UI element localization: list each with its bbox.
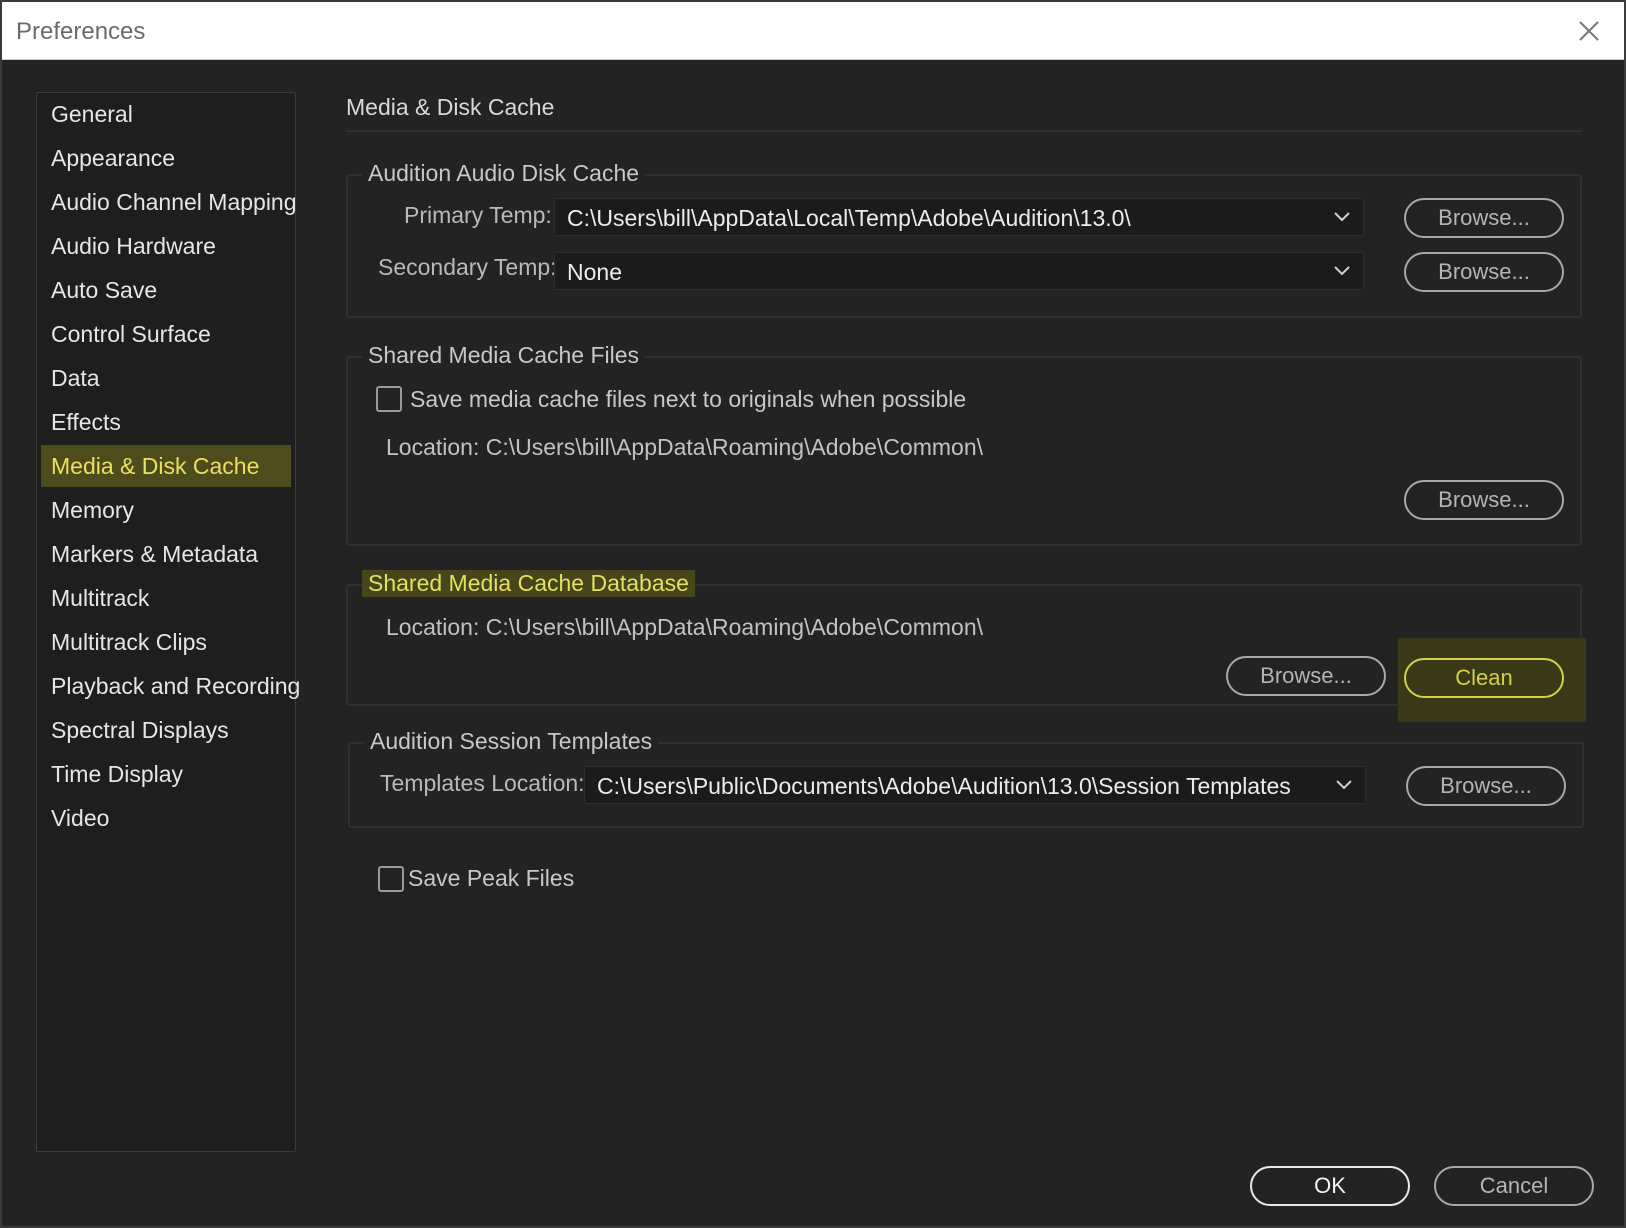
sidebar-item-appearance[interactable]: Appearance: [41, 137, 291, 179]
cache-files-location: Location: C:\Users\bill\AppData\Roaming\…: [386, 434, 984, 460]
secondary-temp-value: None: [567, 259, 622, 285]
preferences-dialog: Preferences General Appearance Audio Cha…: [0, 0, 1626, 1228]
sidebar-item-audio-channel-mapping[interactable]: Audio Channel Mapping: [41, 181, 297, 223]
sidebar-item-video[interactable]: Video: [41, 797, 291, 839]
close-icon: [1579, 21, 1599, 41]
sidebar-item-effects[interactable]: Effects: [41, 401, 291, 443]
save-peak-files-label[interactable]: Save Peak Files: [408, 865, 574, 892]
primary-browse-button[interactable]: Browse...: [1404, 198, 1564, 238]
sidebar-item-multitrack-clips[interactable]: Multitrack Clips: [41, 621, 291, 663]
panel-title: Media & Disk Cache: [346, 94, 555, 120]
ok-button[interactable]: OK: [1250, 1166, 1410, 1206]
chevron-down-icon: [1334, 266, 1350, 276]
shared-cache-database-group: Shared Media Cache Database Location: C:…: [346, 570, 1582, 706]
sidebar-item-data[interactable]: Data: [41, 357, 291, 399]
shared-cache-files-title: Shared Media Cache Files: [362, 342, 646, 369]
sidebar-item-auto-save[interactable]: Auto Save: [41, 269, 291, 311]
title-divider: [346, 130, 1582, 132]
templates-browse-button[interactable]: Browse...: [1406, 766, 1566, 806]
sidebar-item-media-disk-cache[interactable]: Media & Disk Cache: [41, 445, 291, 487]
session-templates-title: Audition Session Templates: [364, 728, 659, 755]
primary-temp-value: C:\Users\bill\AppData\Local\Temp\Adobe\A…: [567, 205, 1131, 231]
shared-cache-database-title: Shared Media Cache Database: [362, 570, 695, 597]
chevron-down-icon: [1334, 212, 1350, 222]
session-templates-group: Audition Session Templates Templates Loc…: [348, 728, 1584, 828]
cache-database-browse-button[interactable]: Browse...: [1226, 656, 1386, 696]
sidebar-item-general[interactable]: General: [41, 93, 291, 135]
templates-location-value: C:\Users\Public\Documents\Adobe\Audition…: [597, 773, 1291, 799]
window-title: Preferences: [16, 18, 146, 45]
sidebar-item-playback-recording[interactable]: Playback and Recording: [41, 665, 300, 707]
cancel-button[interactable]: Cancel: [1434, 1166, 1594, 1206]
primary-temp-label: Primary Temp:: [404, 202, 552, 228]
secondary-temp-label: Secondary Temp:: [378, 254, 557, 280]
primary-temp-dropdown[interactable]: C:\Users\bill\AppData\Local\Temp\Adobe\A…: [554, 198, 1364, 236]
templates-location-dropdown[interactable]: C:\Users\Public\Documents\Adobe\Audition…: [584, 766, 1366, 804]
save-peak-files-checkbox[interactable]: [378, 866, 404, 892]
chevron-down-icon: [1336, 780, 1352, 790]
sidebar-item-time-display[interactable]: Time Display: [41, 753, 291, 795]
close-button[interactable]: [1572, 14, 1606, 48]
audio-disk-cache-group: Audition Audio Disk Cache Primary Temp: …: [346, 160, 1582, 318]
save-cache-next-to-originals-label[interactable]: Save media cache files next to originals…: [410, 386, 966, 413]
sidebar-item-audio-hardware[interactable]: Audio Hardware: [41, 225, 291, 267]
cache-database-location: Location: C:\Users\bill\AppData\Roaming\…: [386, 614, 984, 640]
audio-disk-cache-title: Audition Audio Disk Cache: [362, 160, 646, 187]
sidebar-item-memory[interactable]: Memory: [41, 489, 291, 531]
shared-cache-files-group: Shared Media Cache Files Save media cach…: [346, 342, 1582, 546]
templates-location-label: Templates Location:: [380, 770, 585, 796]
sidebar-item-multitrack[interactable]: Multitrack: [41, 577, 291, 619]
sidebar-item-control-surface[interactable]: Control Surface: [41, 313, 291, 355]
cache-files-browse-button[interactable]: Browse...: [1404, 480, 1564, 520]
title-bar: Preferences: [2, 2, 1624, 60]
secondary-browse-button[interactable]: Browse...: [1404, 252, 1564, 292]
sidebar: General Appearance Audio Channel Mapping…: [36, 92, 300, 1152]
clean-button[interactable]: Clean: [1404, 658, 1564, 698]
secondary-temp-dropdown[interactable]: None: [554, 252, 1364, 290]
sidebar-item-markers-metadata[interactable]: Markers & Metadata: [41, 533, 291, 575]
save-cache-next-to-originals-checkbox[interactable]: [376, 386, 402, 412]
sidebar-item-spectral-displays[interactable]: Spectral Displays: [41, 709, 291, 751]
